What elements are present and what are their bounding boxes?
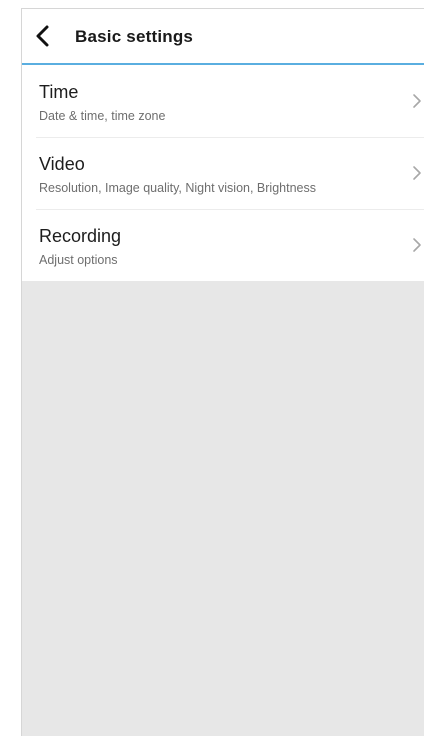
settings-list: Time Date & time, time zone Video Resolu…: [22, 65, 424, 281]
settings-item-recording[interactable]: Recording Adjust options: [22, 209, 424, 281]
settings-screen: Basic settings Time Date & time, time zo…: [21, 8, 424, 736]
back-button[interactable]: [30, 23, 56, 49]
settings-item-title: Video: [39, 154, 85, 174]
chevron-right-icon: [412, 165, 422, 181]
settings-item-title: Recording: [39, 226, 122, 246]
settings-item-title: Time: [39, 82, 79, 102]
settings-item-video[interactable]: Video Resolution, Image quality, Night v…: [22, 137, 424, 209]
chevron-right-icon: [412, 93, 422, 109]
chevron-left-icon: [36, 25, 49, 47]
app-header: Basic settings: [22, 9, 424, 65]
device-frame: Basic settings Time Date & time, time zo…: [0, 0, 424, 736]
settings-item-subtitle: Date & time, time zone: [39, 109, 166, 123]
chevron-right-icon: [412, 237, 422, 253]
page-title: Basic settings: [75, 27, 194, 46]
settings-item-subtitle: Resolution, Image quality, Night vision,…: [39, 181, 316, 195]
settings-item-subtitle: Adjust options: [39, 253, 118, 267]
settings-item-time[interactable]: Time Date & time, time zone: [22, 65, 424, 137]
